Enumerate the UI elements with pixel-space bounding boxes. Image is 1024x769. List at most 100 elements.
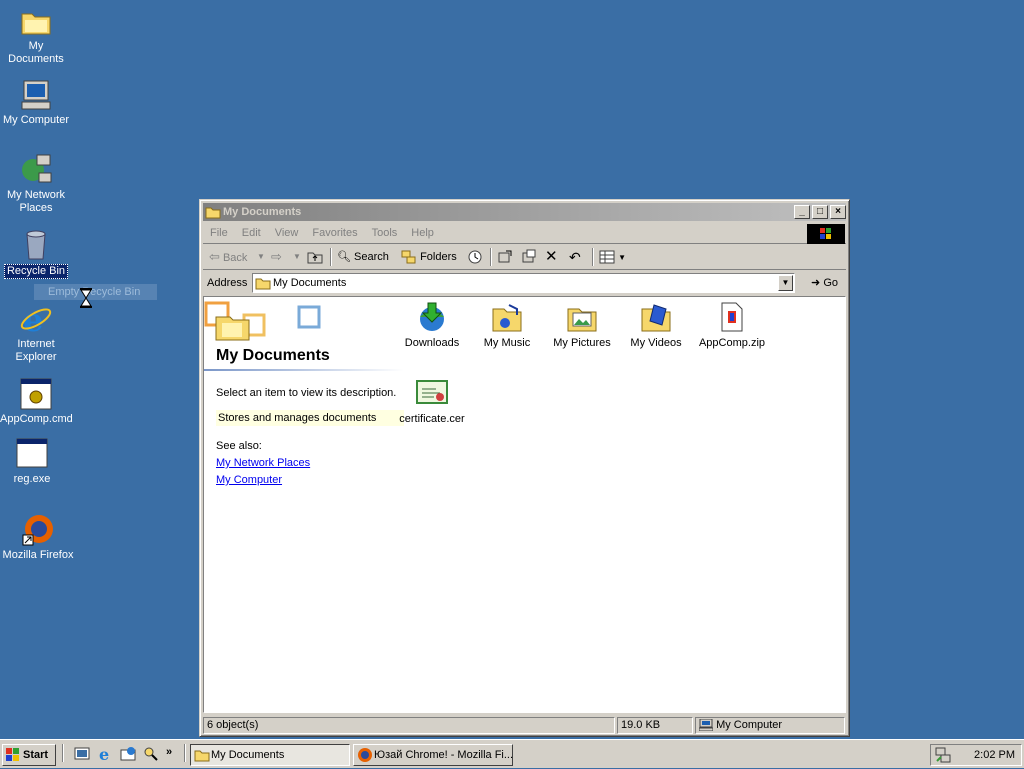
firefox-icon — [357, 747, 373, 765]
folder-icon — [255, 275, 271, 294]
file-label: My Pictures — [553, 337, 611, 349]
move-to-button[interactable] — [497, 247, 513, 267]
context-menu-ghost: Empty Recycle Bin — [34, 284, 157, 300]
menu-tools[interactable]: Tools — [365, 223, 405, 243]
menu-edit[interactable]: Edit — [235, 223, 268, 243]
task-mozilla-firefox[interactable]: Юзай Chrome! - Mozilla Fi... — [353, 744, 513, 766]
views-button[interactable]: ▼ — [599, 247, 626, 267]
address-bar: Address My Documents ▼ ➜ Go — [203, 271, 846, 295]
menu-help[interactable]: Help — [404, 223, 441, 243]
desktop-icon-label: Mozilla Firefox — [2, 549, 74, 561]
quicklaunch-overflow-icon[interactable]: » — [166, 746, 182, 762]
link-my-network-places[interactable]: My Network Places — [216, 457, 310, 469]
menu-view[interactable]: View — [268, 223, 306, 243]
forward-button[interactable]: ⇨ — [271, 247, 282, 267]
desktop-icon-recycle-bin[interactable]: Recycle Bin — [0, 228, 74, 279]
quicklaunch-internet-explorer-icon[interactable]: e — [97, 745, 113, 764]
go-arrow-icon: ➜ — [811, 277, 821, 289]
menu-favorites[interactable]: Favorites — [305, 223, 364, 243]
delete-button[interactable]: ✕ — [545, 247, 558, 267]
desktop-icon-label: My Computer — [2, 114, 70, 126]
desktop-icon-appcomp-cmd[interactable]: AppComp.cmd — [0, 377, 74, 426]
status-zone: My Computer — [695, 717, 845, 734]
minimize-button[interactable]: _ — [794, 205, 810, 219]
link-my-computer[interactable]: My Computer — [216, 474, 282, 486]
desktop-icon-internet-explorer[interactable]: e Internet Explorer — [0, 301, 74, 364]
back-button[interactable]: ⇦ Back — [209, 247, 259, 267]
desktop-icon-mozilla-firefox[interactable]: Mozilla Firefox — [0, 513, 76, 562]
recycle-bin-icon — [19, 228, 53, 262]
desktop-icon-my-documents[interactable]: My Documents — [0, 4, 74, 66]
undo-icon: ↶ — [569, 249, 581, 265]
back-arrow-icon: ⇦ — [209, 249, 220, 264]
file-item-certificate[interactable]: certificate.cer — [396, 377, 468, 425]
svg-text:e: e — [99, 746, 109, 762]
clock[interactable]: 2:02 PM — [974, 745, 1015, 765]
menu-bar: File Edit View Favorites Tools Help — [203, 223, 846, 244]
desktop-icon-label: My Documents — [8, 40, 64, 65]
folder-icon — [205, 204, 221, 220]
move-to-icon — [498, 250, 512, 263]
file-item-downloads[interactable]: Downloads — [396, 301, 468, 349]
task-label: My Documents — [211, 749, 285, 761]
quicklaunch-outlook-icon[interactable] — [120, 746, 136, 762]
title-bar[interactable]: My Documents _ □ × — [203, 203, 846, 221]
videos-folder-icon — [640, 301, 672, 333]
network-icon — [19, 153, 53, 187]
forward-dropdown-icon[interactable]: ▼ — [293, 247, 301, 267]
menu-file[interactable]: File — [203, 223, 235, 243]
maximize-button[interactable]: □ — [812, 205, 828, 219]
start-label: Start — [23, 749, 49, 761]
application-window-icon — [15, 437, 49, 471]
go-label: Go — [823, 277, 838, 289]
search-label: Search — [354, 251, 389, 263]
quicklaunch-desktop-icon[interactable] — [74, 746, 90, 762]
desktop-icon-label: AppComp.cmd — [0, 413, 73, 425]
folder-icon — [19, 4, 53, 38]
go-button[interactable]: ➜ Go — [811, 275, 838, 291]
status-object-count: 6 object(s) — [203, 717, 615, 734]
folder-view: My Documents Select an item to view its … — [203, 296, 846, 713]
downloads-folder-icon — [416, 301, 448, 333]
file-label: My Music — [483, 337, 531, 349]
file-item-my-videos[interactable]: My Videos — [620, 301, 692, 349]
address-input[interactable]: My Documents ▼ — [252, 273, 795, 293]
address-value: My Documents — [273, 277, 347, 289]
desktop-icon-my-computer[interactable]: My Computer — [0, 78, 74, 127]
history-button[interactable] — [467, 247, 483, 267]
desktop-icon-reg-exe[interactable]: reg.exe — [0, 437, 70, 486]
back-label: Back — [222, 252, 248, 264]
computer-icon — [698, 718, 716, 732]
desktop-icon-label: My Network Places — [6, 189, 66, 214]
folders-button[interactable]: Folders — [401, 247, 457, 267]
history-icon — [468, 250, 482, 264]
file-item-appcomp-zip[interactable]: AppComp.zip — [696, 301, 768, 349]
copy-to-icon — [522, 249, 536, 263]
firefox-icon — [21, 513, 55, 547]
file-item-my-music[interactable]: My Music — [471, 301, 543, 349]
pane-status-text: Stores and manages documents — [216, 410, 404, 426]
file-item-my-pictures[interactable]: My Pictures — [546, 301, 618, 349]
pictures-folder-icon — [566, 301, 598, 333]
pane-divider — [204, 369, 404, 371]
folder-icon — [194, 747, 210, 765]
copy-to-button[interactable] — [521, 247, 537, 267]
up-folder-button[interactable] — [307, 247, 323, 267]
address-dropdown-icon[interactable]: ▼ — [778, 275, 793, 291]
undo-button[interactable]: ↶ — [569, 247, 581, 267]
folder-banner-icon — [204, 301, 321, 341]
back-dropdown-icon[interactable]: ▼ — [257, 247, 265, 267]
start-button[interactable]: Start — [2, 744, 56, 766]
quicklaunch-search-icon[interactable] — [143, 746, 159, 762]
search-button[interactable]: 🔍︎ Search — [337, 247, 389, 267]
network-tray-icon[interactable] — [935, 747, 951, 766]
status-zone-label: My Computer — [716, 719, 783, 731]
folders-icon — [401, 250, 416, 264]
task-my-documents[interactable]: My Documents — [190, 744, 350, 766]
close-button[interactable]: × — [830, 205, 846, 219]
file-label: certificate.cer — [399, 413, 465, 425]
folders-label: Folders — [420, 251, 457, 263]
delete-x-icon: ✕ — [545, 248, 558, 265]
system-tray: 2:02 PM — [930, 744, 1022, 766]
desktop-icon-my-network-places[interactable]: My Network Places — [0, 153, 74, 215]
